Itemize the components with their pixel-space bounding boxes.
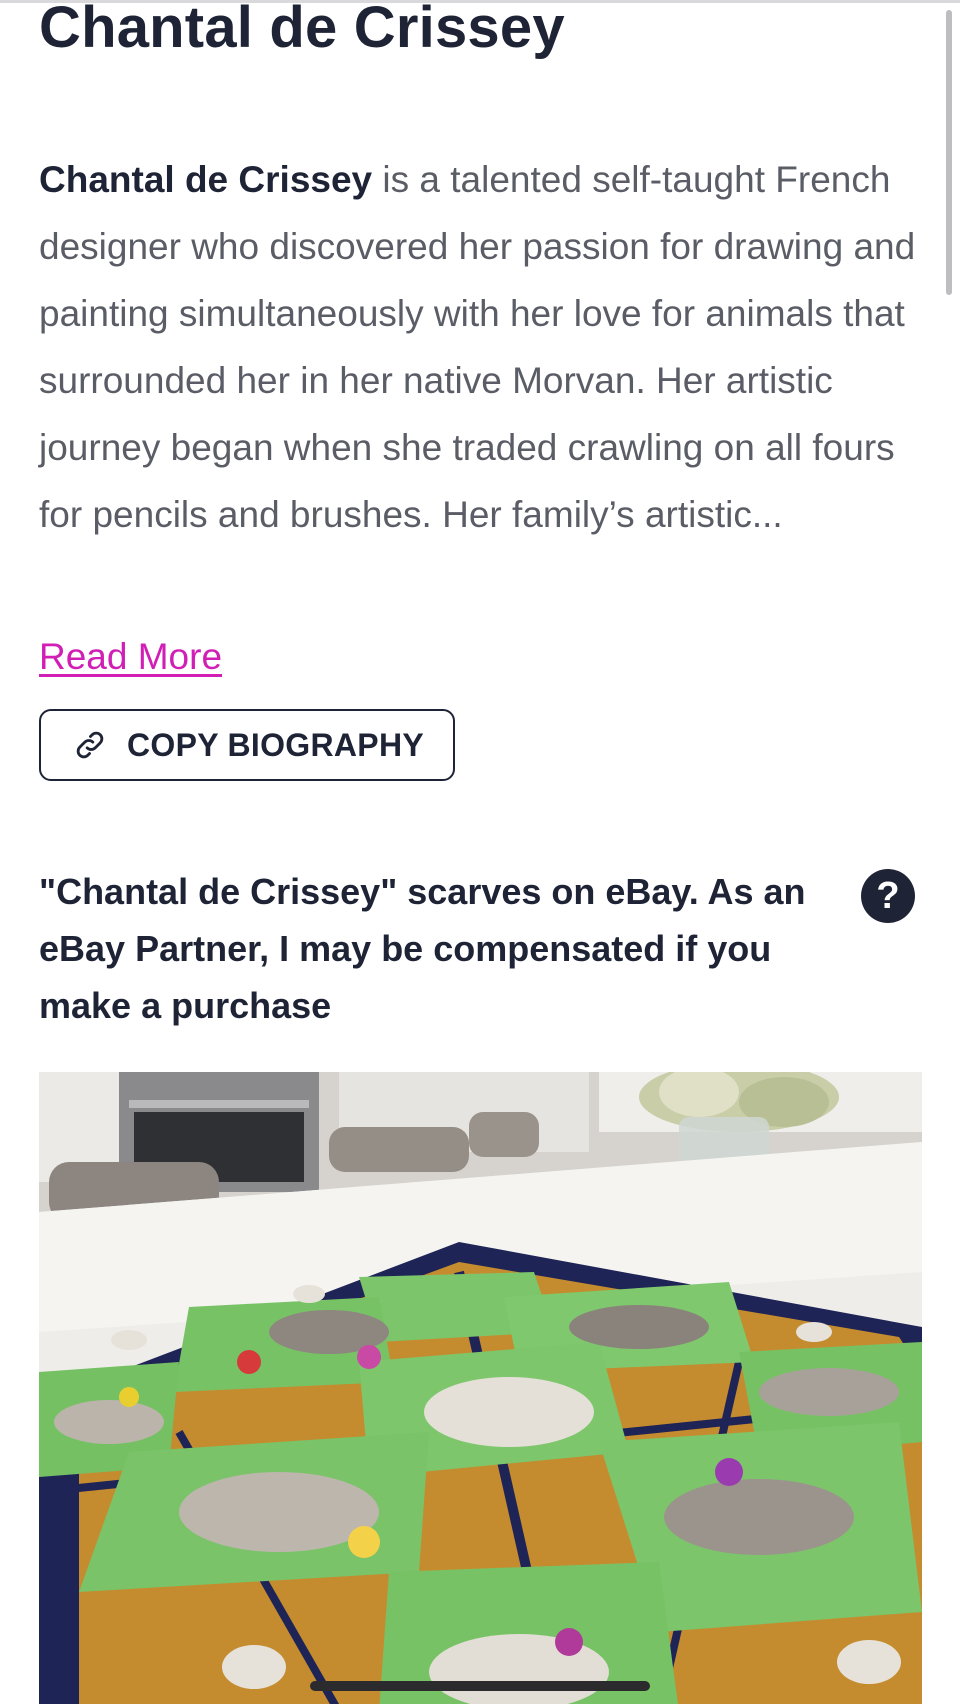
biography-lead-name: Chantal de Crissey — [39, 159, 373, 200]
artist-page: Chantal de Crissey Chantal de Crissey is… — [0, 0, 960, 1704]
copy-biography-label: COPY BIOGRAPHY — [127, 726, 424, 763]
page-title: Chantal de Crissey — [39, 0, 565, 60]
biography-body: is a talented self-taught French designe… — [39, 159, 916, 535]
read-more-link[interactable]: Read More — [39, 636, 222, 678]
home-indicator[interactable] — [310, 1681, 650, 1691]
ebay-section-heading: "Chantal de Crissey" scarves on eBay. As… — [39, 871, 806, 1026]
link-icon — [73, 728, 107, 762]
copy-biography-button[interactable]: COPY BIOGRAPHY — [39, 709, 455, 781]
question-circle-icon[interactable]: ? — [861, 869, 915, 923]
biography-text: Chantal de Crissey is a talented self-ta… — [39, 146, 919, 548]
scrollbar-thumb[interactable] — [946, 10, 952, 295]
scarf-product-photo[interactable] — [39, 1072, 922, 1704]
